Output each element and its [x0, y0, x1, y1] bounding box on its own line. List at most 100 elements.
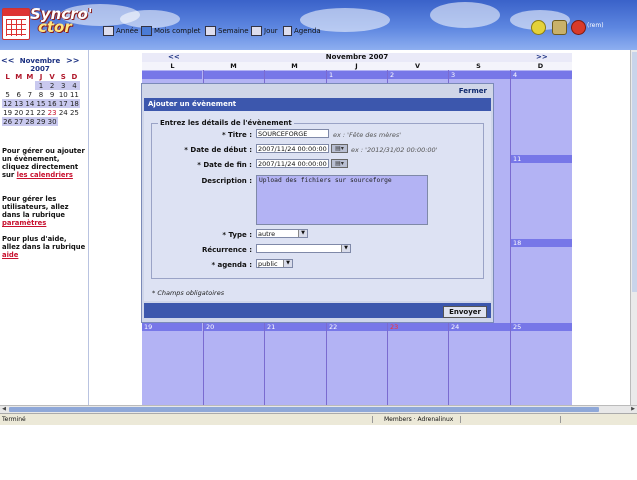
day-header[interactable]: 24 [449, 323, 510, 331]
prev-month-link[interactable]: << [168, 53, 180, 61]
mini-day[interactable]: 16 [46, 99, 58, 108]
title-input[interactable]: SOURCEFORGE [256, 129, 329, 138]
mini-day[interactable]: 9 [47, 90, 58, 99]
status-bar: Terminé Members · Adrenalinux [0, 413, 637, 425]
description-textarea[interactable]: Upload des fichiers sur sourceforge [256, 175, 428, 225]
dialog-title: Ajouter un évènement [144, 98, 491, 111]
status-divider [372, 416, 373, 423]
mini-day[interactable]: 17 [57, 99, 69, 108]
mini-day[interactable]: 22 [35, 108, 46, 117]
end-date-picker-icon[interactable]: ▤▾ [331, 159, 348, 168]
mini-dow: V [49, 72, 55, 81]
day-header[interactable]: 4 [511, 71, 572, 79]
mini-day[interactable]: 27 [13, 117, 25, 126]
day-header[interactable]: 3 [449, 71, 510, 79]
mini-day[interactable]: 28 [24, 117, 36, 126]
mini-day[interactable]: 10 [58, 90, 69, 99]
status-tray-text: Members · Adrenalinux [384, 416, 454, 423]
nav-agenda-button[interactable]: Agenda [283, 25, 321, 37]
mini-day[interactable]: 3 [57, 81, 69, 90]
day-header-today[interactable]: 23 [388, 323, 448, 331]
day-header[interactable]: 2 [388, 71, 448, 79]
submit-button[interactable]: Envoyer [443, 306, 487, 318]
mini-day[interactable]: 5 [2, 90, 13, 99]
agenda-select-value: public [258, 260, 278, 268]
nav-year-button[interactable]: Année [103, 25, 138, 37]
dialog-footer: Envoyer [144, 303, 491, 318]
calendars-link[interactable]: les calendriers [17, 171, 73, 179]
day-header[interactable]: 25 [511, 323, 572, 331]
required-fields-note: * Champs obligatoires [152, 289, 225, 297]
start-date-picker-icon[interactable]: ▤▾ [331, 144, 348, 153]
scroll-left-icon[interactable]: ◀ [0, 406, 8, 413]
day-header[interactable]: 19 [142, 323, 202, 331]
vertical-scrollbar[interactable] [630, 50, 637, 405]
calendar-year-icon [103, 26, 114, 36]
users-icon[interactable] [552, 20, 567, 35]
title-hint: ex : 'Fête des mères' [333, 131, 402, 139]
mini-day[interactable]: 21 [24, 108, 35, 117]
mini-day[interactable]: 26 [2, 117, 14, 126]
power-icon[interactable] [571, 20, 586, 35]
type-select[interactable]: autre ▼ [256, 229, 308, 238]
horizontal-scrollbar-thumb[interactable] [9, 407, 599, 412]
mini-day[interactable]: 24 [58, 108, 69, 117]
recurrence-select[interactable]: ▼ [256, 244, 351, 253]
mini-prev-month-link[interactable]: << [1, 56, 14, 65]
mini-day[interactable]: 7 [24, 90, 35, 99]
next-month-link[interactable]: >> [536, 53, 548, 61]
mini-day[interactable]: 8 [35, 90, 46, 99]
vertical-scrollbar-thumb[interactable] [632, 52, 637, 292]
scroll-right-icon[interactable]: ▶ [629, 406, 637, 413]
chevron-down-icon: ▼ [283, 260, 292, 267]
sidebar: << Novembre 2007 >> L M M J V S D 1 2 3 … [0, 50, 89, 405]
nav-agenda-label: Agenda [294, 27, 321, 35]
recurrence-label: Récurrence : [201, 246, 252, 254]
mini-calendar-title: Novembre 2007 [16, 57, 64, 73]
day-header[interactable]: 18 [511, 239, 572, 247]
mini-day[interactable]: 19 [2, 108, 13, 117]
day-header[interactable]: 20 [204, 323, 264, 331]
mini-day[interactable]: 29 [35, 117, 47, 126]
mini-day[interactable]: 6 [13, 90, 24, 99]
weekday-header-row: L M M J V S D [142, 62, 572, 70]
day-header[interactable]: 22 [327, 323, 387, 331]
mini-day[interactable]: 4 [68, 81, 80, 90]
agenda-select[interactable]: public ▼ [256, 259, 293, 268]
nav-day-button[interactable]: Jour [251, 25, 278, 37]
mini-day[interactable]: 1 [35, 81, 47, 90]
day-header [142, 71, 202, 79]
mini-day[interactable]: 12 [2, 99, 14, 108]
mini-calendar: L M M J V S D 1 2 3 4 5 6 7 8 9 10 11 12… [2, 72, 80, 126]
mini-day[interactable]: 2 [46, 81, 58, 90]
mini-dow: S [60, 72, 66, 81]
mini-day-today[interactable]: 23 [47, 108, 58, 117]
calendar-week-icon [205, 26, 216, 36]
mini-day[interactable]: 13 [13, 99, 25, 108]
end-date-input[interactable]: 2007/11/24 00:00:00 [256, 159, 329, 168]
mini-day[interactable]: 30 [46, 117, 58, 126]
mini-day[interactable]: 20 [13, 108, 24, 117]
weekday-label: J [355, 62, 358, 70]
nav-day-label: Jour [264, 27, 278, 35]
close-dialog-link[interactable]: Fermer [459, 87, 487, 95]
smiley-icon[interactable] [531, 20, 546, 35]
mini-day[interactable]: 11 [69, 90, 80, 99]
day-header[interactable]: 11 [511, 155, 572, 163]
day-header[interactable]: 1 [327, 71, 387, 79]
nav-month-button[interactable]: Mois complet [141, 25, 201, 37]
mini-next-month-link[interactable]: >> [66, 56, 79, 65]
day-header[interactable]: 21 [265, 323, 326, 331]
nav-week-button[interactable]: Semaine [205, 25, 249, 37]
app-logo-text: Syncro' ctor [30, 7, 92, 35]
settings-link[interactable]: paramètres [2, 219, 46, 227]
mini-day[interactable]: 25 [69, 108, 80, 117]
start-date-input[interactable]: 2007/11/24 00:00:00 [256, 144, 329, 153]
mini-day[interactable]: 15 [35, 99, 47, 108]
mini-day[interactable]: 18 [68, 99, 80, 108]
mini-dow: M [15, 72, 23, 81]
mini-day[interactable]: 14 [24, 99, 36, 108]
dialog-top-bar: Fermer [142, 84, 493, 97]
help-link[interactable]: aide [2, 251, 18, 259]
mini-day [69, 117, 80, 126]
